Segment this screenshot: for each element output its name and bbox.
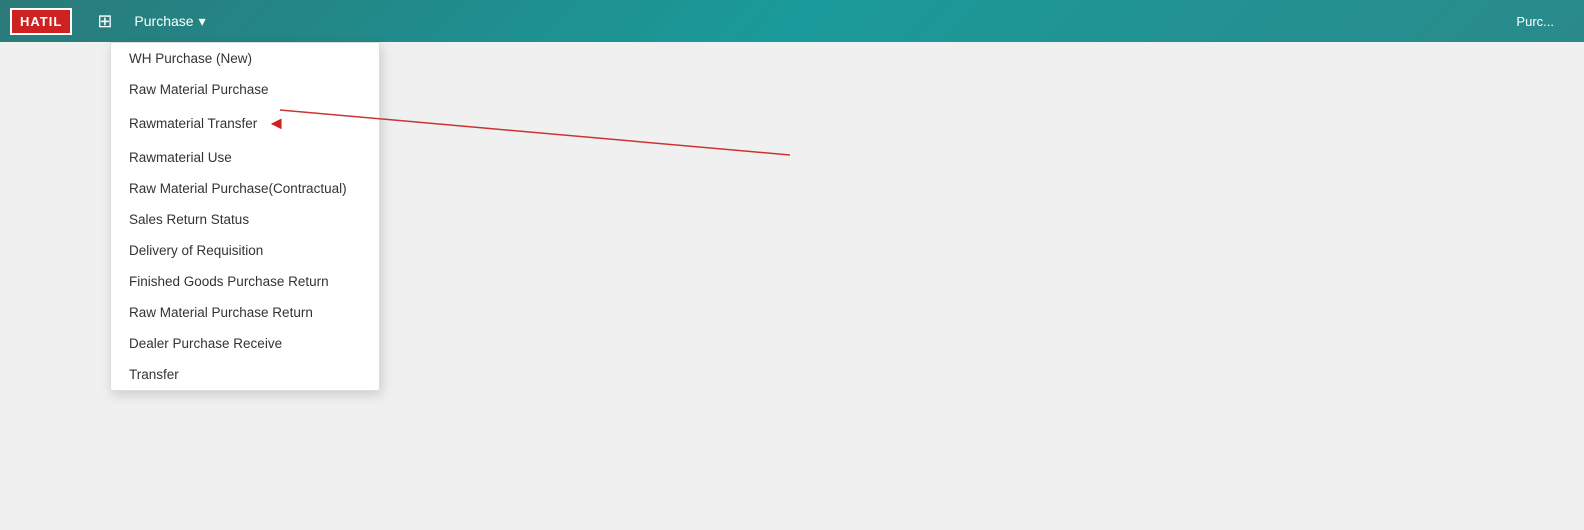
menu-item-raw-material-purchase[interactable]: Raw Material Purchase bbox=[111, 74, 379, 105]
purchase-menu-button[interactable]: Purchase ▾ bbox=[122, 8, 217, 35]
menu-item-finished-goods-return[interactable]: Finished Goods Purchase Return bbox=[111, 266, 379, 297]
menu-item-raw-material-return[interactable]: Raw Material Purchase Return bbox=[111, 297, 379, 328]
menu-item-rawmaterial-transfer[interactable]: Rawmaterial Transfer ◄ bbox=[111, 105, 379, 142]
purchase-dropdown-menu: WH Purchase (New) Raw Material Purchase … bbox=[110, 42, 380, 391]
menu-item-delivery-requisition[interactable]: Delivery of Requisition bbox=[111, 235, 379, 266]
navbar: HATIL ⊞ Purchase ▾ Purc... bbox=[0, 0, 1584, 42]
arrow-indicator-icon: ◄ bbox=[267, 113, 285, 134]
menu-item-wh-purchase[interactable]: WH Purchase (New) bbox=[111, 43, 379, 74]
purchase-menu-label: Purchase bbox=[134, 13, 193, 29]
grid-icon[interactable]: ⊞ bbox=[97, 11, 112, 32]
dropdown-arrow-icon: ▾ bbox=[199, 13, 206, 30]
menu-item-rawmaterial-use[interactable]: Rawmaterial Use bbox=[111, 142, 379, 173]
hatil-logo: HATIL bbox=[10, 8, 72, 35]
menu-item-sales-return-status[interactable]: Sales Return Status bbox=[111, 204, 379, 235]
menu-item-transfer[interactable]: Transfer bbox=[111, 359, 379, 390]
menu-item-raw-material-contractual[interactable]: Raw Material Purchase(Contractual) bbox=[111, 173, 379, 204]
nav-right-text: Purc... bbox=[1516, 14, 1574, 29]
menu-item-dealer-purchase[interactable]: Dealer Purchase Receive bbox=[111, 328, 379, 359]
brand: HATIL bbox=[10, 8, 72, 35]
